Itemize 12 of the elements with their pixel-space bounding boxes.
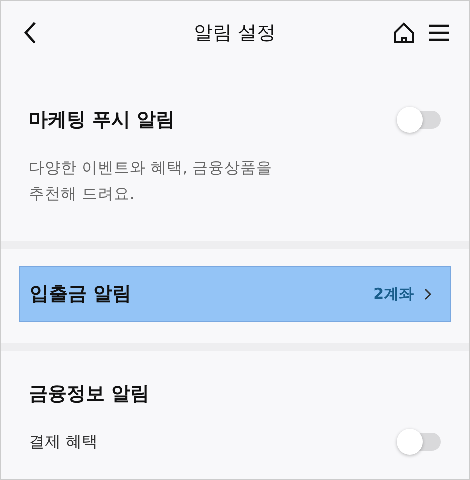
toggle-switch[interactable] (397, 429, 441, 455)
deposit-alert-row[interactable]: 입출금 알림 2계좌 (19, 266, 451, 322)
page-title: 알림 설정 (194, 22, 276, 44)
chevron-icon (424, 288, 432, 300)
home-icon[interactable] (393, 22, 415, 44)
menu-icon[interactable] (429, 24, 449, 42)
description-text: 다양한 이벤트와 혜택, 금융상품을 추천해 드려요. (29, 158, 274, 205)
section-title: 마케팅 푸시 알림 (29, 108, 176, 133)
section-title: 금융정보 알림 (29, 382, 151, 407)
back-icon[interactable] (23, 21, 37, 45)
toggle-switch[interactable] (397, 107, 441, 133)
setting-label: 결제 혜택 (29, 432, 98, 452)
